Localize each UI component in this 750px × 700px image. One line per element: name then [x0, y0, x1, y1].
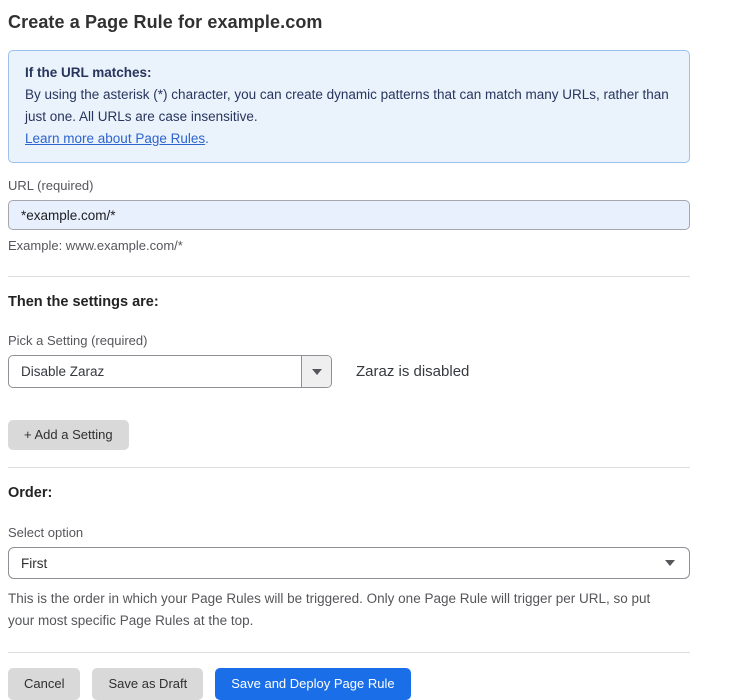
order-select[interactable]: First [8, 547, 690, 579]
page-title: Create a Page Rule for example.com [8, 12, 690, 33]
section-divider [8, 276, 690, 277]
chevron-down-icon [665, 560, 675, 566]
create-page-rule-panel: Create a Page Rule for example.com If th… [0, 0, 750, 670]
section-divider [8, 467, 690, 468]
setting-select[interactable]: Disable Zaraz [8, 355, 332, 388]
chevron-down-icon [312, 369, 322, 375]
cancel-button[interactable]: Cancel [8, 668, 80, 700]
save-and-deploy-button[interactable]: Save and Deploy Page Rule [215, 668, 410, 700]
order-select-value: First [21, 556, 47, 571]
url-match-info-callout: If the URL matches: By using the asteris… [8, 50, 690, 163]
info-callout-body: By using the asterisk (*) character, you… [25, 84, 673, 128]
url-example-text: Example: www.example.com/* [8, 238, 690, 253]
order-section-heading: Order: [8, 485, 690, 501]
setting-select-arrow-button[interactable] [301, 356, 331, 387]
learn-more-page-rules-link[interactable]: Learn more about Page Rules [25, 131, 205, 146]
add-setting-button[interactable]: + Add a Setting [8, 420, 129, 450]
link-suffix-period: . [205, 131, 209, 146]
pick-setting-label: Pick a Setting (required) [8, 333, 690, 348]
order-select-label: Select option [8, 525, 690, 540]
form-action-bar: Cancel Save as Draft Save and Deploy Pag… [8, 668, 690, 700]
url-input[interactable] [8, 200, 690, 230]
setting-select-value: Disable Zaraz [9, 356, 301, 387]
save-as-draft-button[interactable]: Save as Draft [92, 668, 203, 700]
order-help-text: This is the order in which your Page Rul… [8, 588, 678, 632]
settings-section-heading: Then the settings are: [8, 294, 690, 310]
info-callout-link-row: Learn more about Page Rules. [25, 128, 673, 150]
url-field-label: URL (required) [8, 178, 690, 193]
setting-status-text: Zaraz is disabled [356, 363, 469, 380]
section-divider [8, 652, 690, 653]
info-callout-heading: If the URL matches: [25, 62, 673, 84]
